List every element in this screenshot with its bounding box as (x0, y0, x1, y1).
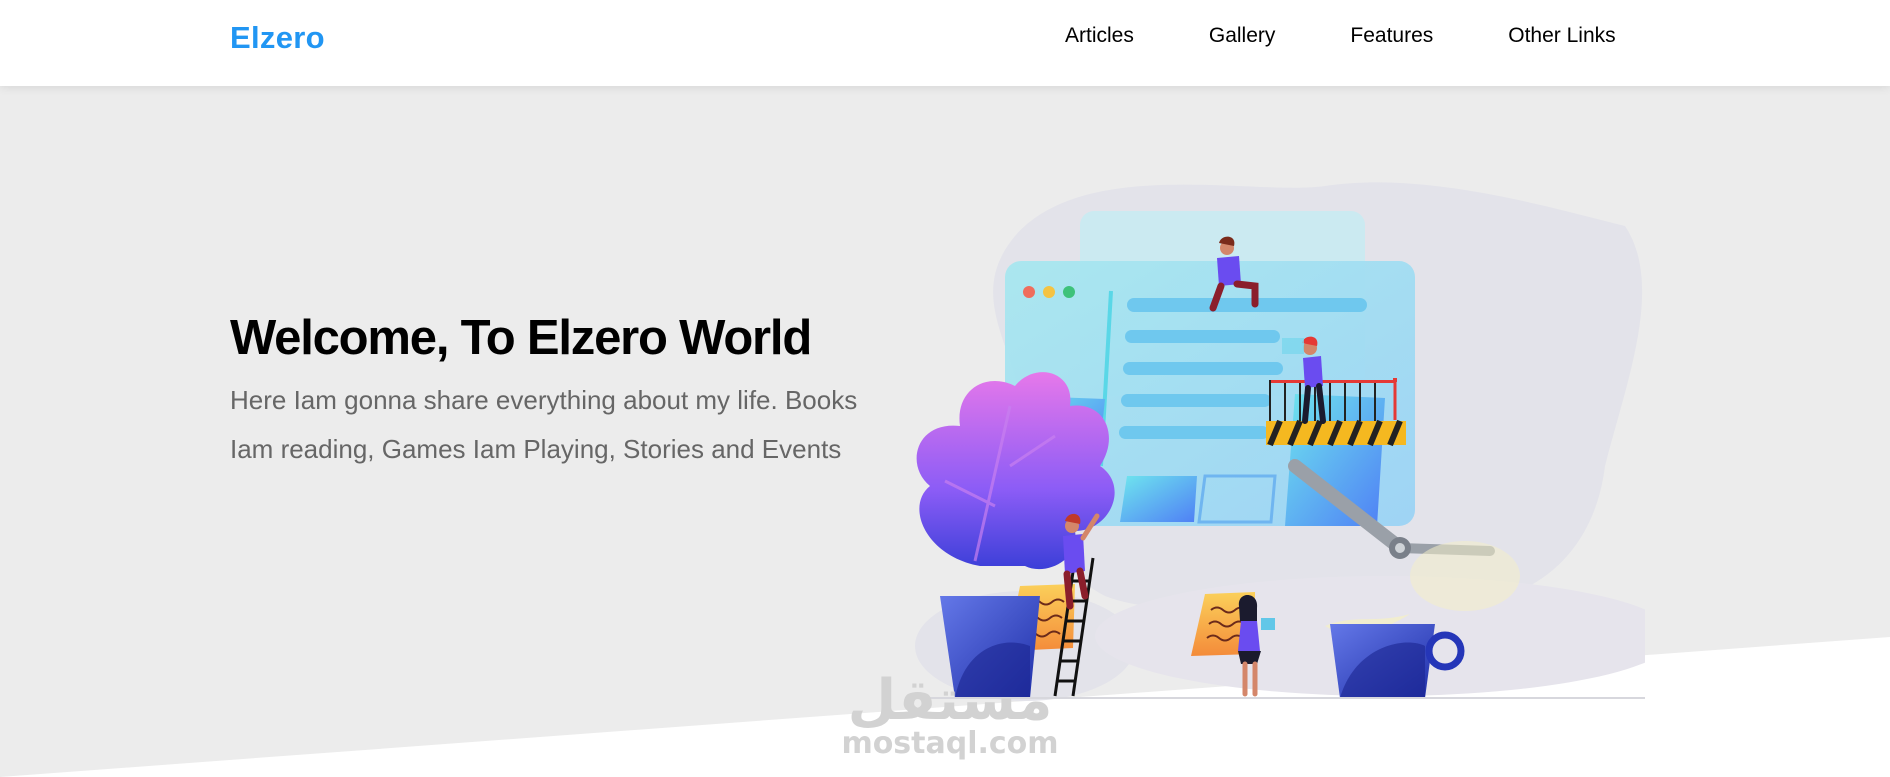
landing-section: Welcome, To Elzero World Here Iam gonna … (0, 86, 1890, 777)
watermark-latin: mostaql.com (841, 726, 1058, 761)
watermark-arabic: مستقل (848, 668, 1053, 733)
watermark: مستقل mostaql.com (841, 668, 1058, 761)
header: Elzero Articles Gallery Features Other L… (0, 0, 1890, 86)
nav-link-features[interactable]: Features (1350, 24, 1433, 48)
hero-illustration (905, 182, 1645, 701)
main-nav: Articles Gallery Features Other Links (1065, 24, 1616, 48)
nav-link-other-links[interactable]: Other Links (1508, 24, 1615, 48)
nav-link-gallery[interactable]: Gallery (1209, 24, 1276, 48)
hero-title: Welcome, To Elzero World (230, 311, 812, 365)
hero-text: Here Iam gonna share everything about my… (230, 385, 858, 464)
nav-link-articles[interactable]: Articles (1065, 24, 1134, 48)
logo-link[interactable]: Elzero (230, 20, 325, 56)
